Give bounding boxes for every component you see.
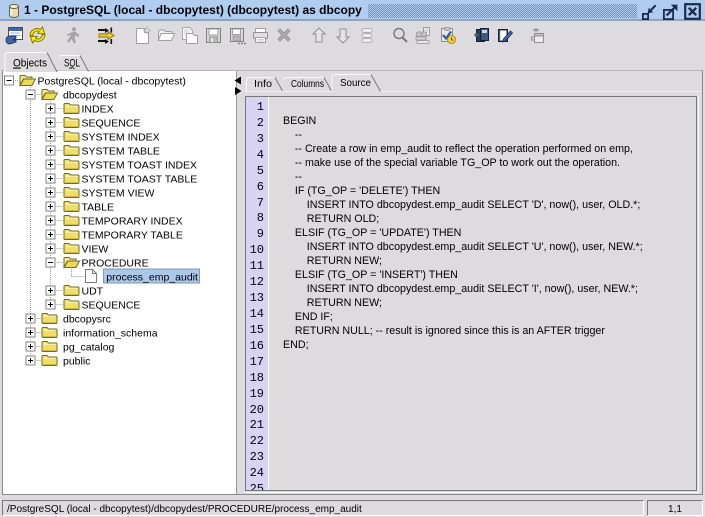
svg-text:dbcopydest: dbcopydest — [63, 90, 117, 102]
svg-text:SEQUENCE: SEQUENCE — [82, 118, 141, 130]
svg-text:SYSTEM TABLE: SYSTEM TABLE — [82, 146, 160, 158]
svg-text:TEMPORARY INDEX: TEMPORARY INDEX — [82, 216, 183, 228]
svg-text:SYSTEM VIEW: SYSTEM VIEW — [82, 188, 155, 200]
svg-text:information_schema: information_schema — [63, 328, 158, 340]
svg-text:TABLE: TABLE — [82, 202, 114, 214]
svg-text:SYSTEM TOAST INDEX: SYSTEM TOAST INDEX — [82, 160, 198, 172]
svg-text:SYSTEM INDEX: SYSTEM INDEX — [82, 132, 160, 144]
svg-text:Objects: Objects — [13, 58, 47, 70]
svg-text:PostgreSQL (local - dbcopytest: PostgreSQL (local - dbcopytest) — [38, 76, 186, 88]
svg-text:SQL: SQL — [64, 58, 80, 70]
svg-text:SYSTEM TOAST TABLE: SYSTEM TOAST TABLE — [82, 174, 198, 186]
svg-text:public: public — [63, 356, 90, 368]
svg-text:pg_catalog: pg_catalog — [63, 342, 115, 354]
svg-text:process_emp_audit: process_emp_audit — [106, 272, 198, 284]
svg-text:PROCEDURE: PROCEDURE — [82, 258, 149, 270]
svg-text:Info: Info — [254, 78, 272, 90]
svg-text:Columns: Columns — [291, 78, 324, 90]
svg-text:SEQUENCE: SEQUENCE — [82, 300, 141, 312]
svg-text:UDT: UDT — [82, 286, 104, 298]
svg-text:INDEX: INDEX — [82, 104, 114, 116]
svg-text:VIEW: VIEW — [82, 244, 109, 256]
svg-text:TEMPORARY TABLE: TEMPORARY TABLE — [82, 230, 183, 242]
svg-text:dbcopysrc: dbcopysrc — [63, 314, 111, 326]
svg-text:Source: Source — [340, 77, 371, 89]
